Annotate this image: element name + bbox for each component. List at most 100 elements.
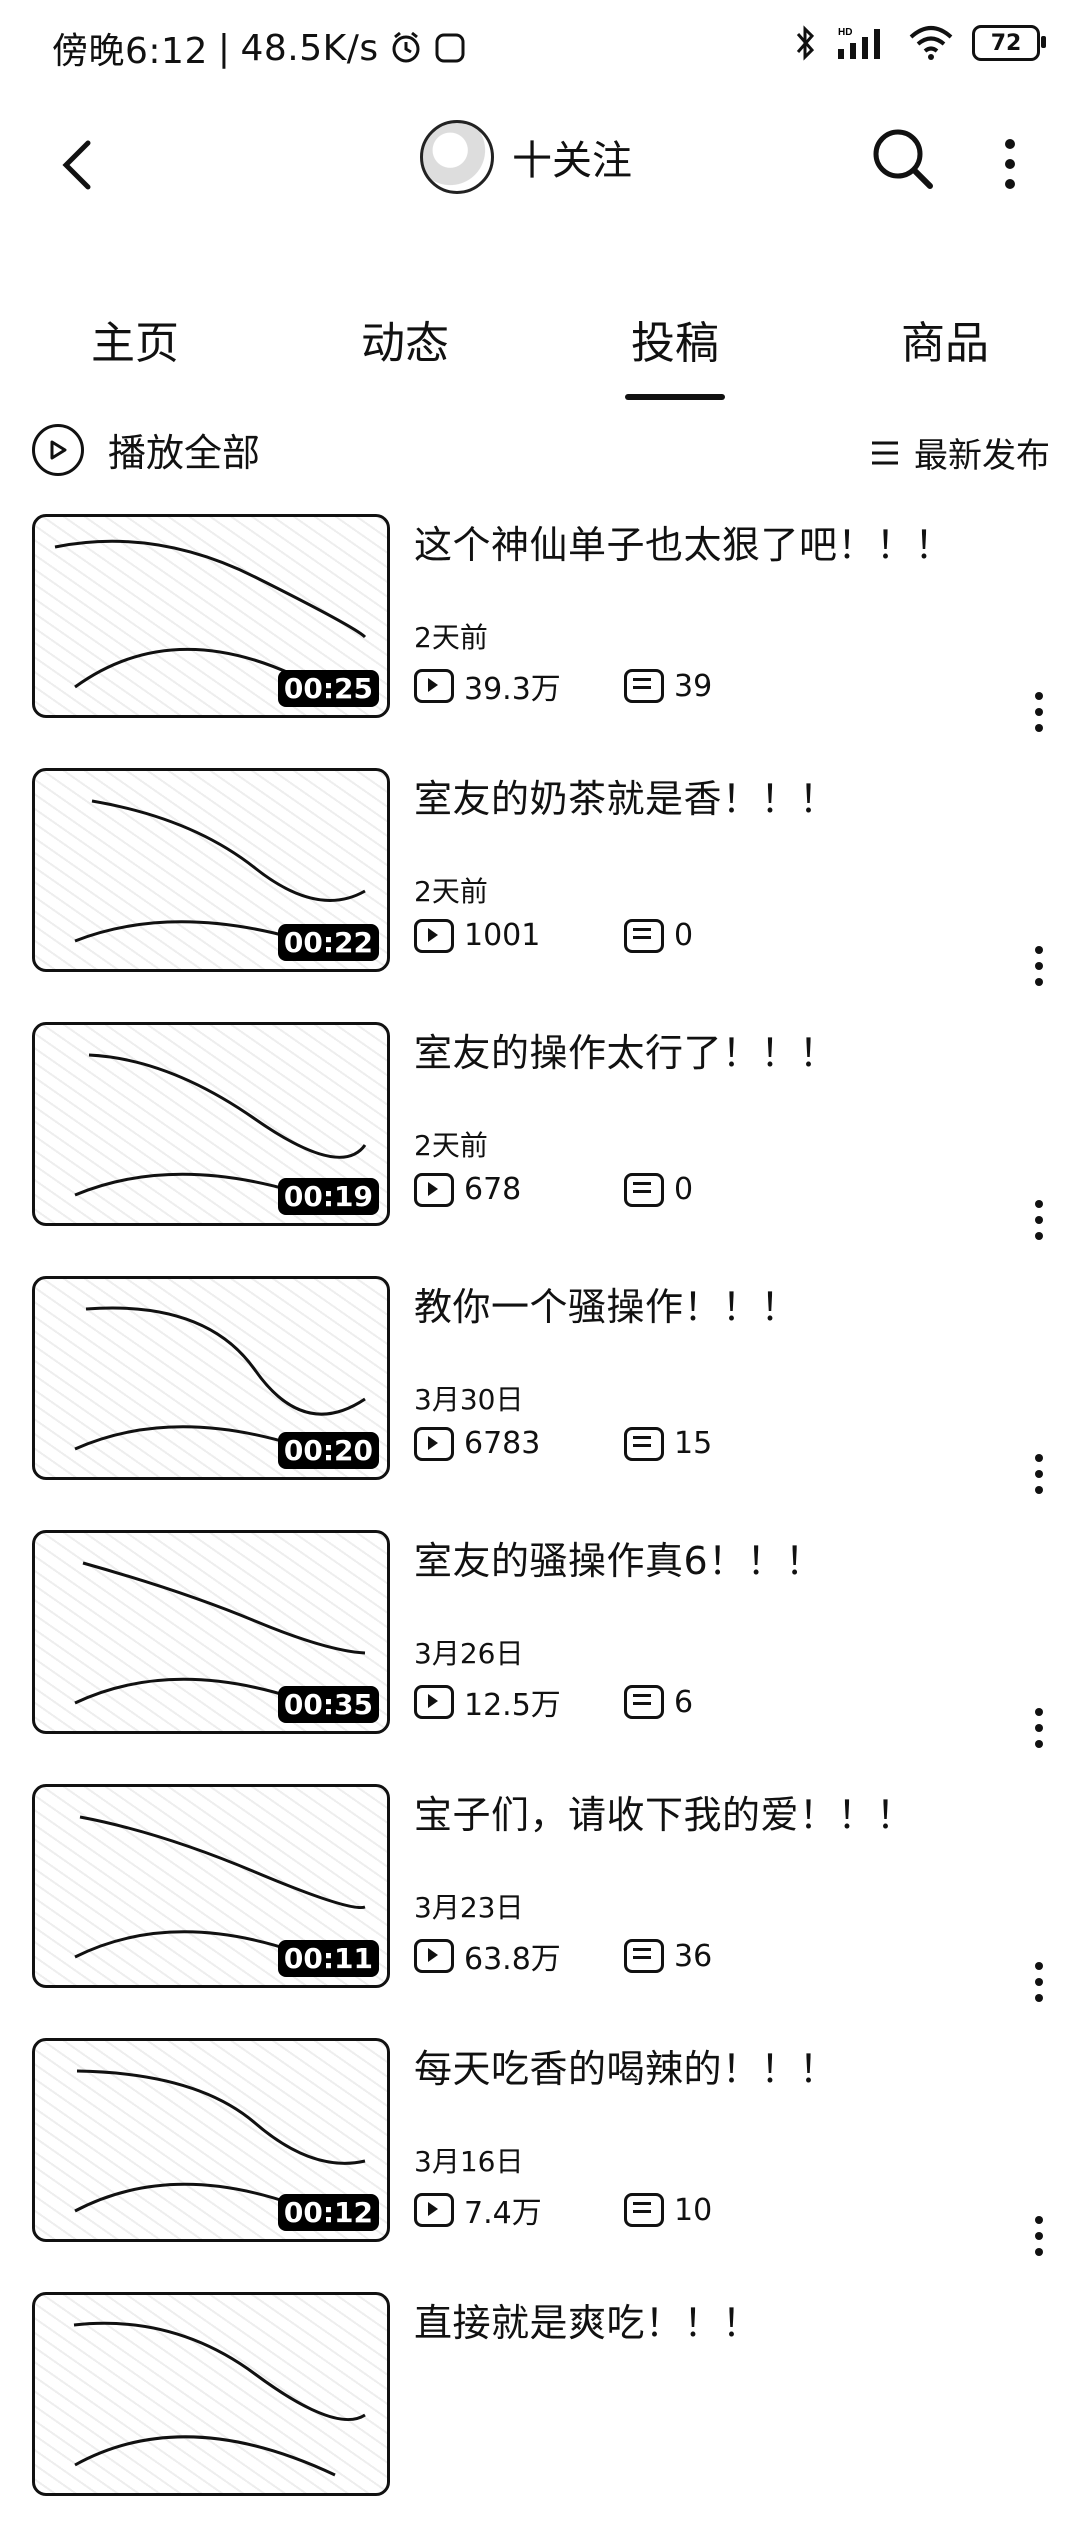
status-speed: 48.5K/s — [240, 27, 379, 69]
comment-icon — [624, 1172, 664, 1207]
play-circle-icon — [32, 423, 84, 476]
play-all-button[interactable]: 播放全部 — [32, 422, 260, 477]
video-list-item[interactable]: 直接就是爽吃！！！ — [0, 2290, 1080, 2544]
video-thumbnail[interactable]: 00:11 — [32, 1784, 390, 1988]
tab-dynamic[interactable]: 动态 — [270, 300, 540, 404]
wifi-icon — [909, 26, 953, 60]
top-navigation: 十关注 — [0, 110, 1080, 230]
view-count: 12.5万 — [414, 1680, 624, 1724]
video-more-button[interactable] — [1024, 1952, 1054, 2012]
video-duration: 00:19 — [277, 1178, 379, 1215]
tab-label: 主页 — [91, 318, 179, 369]
back-button[interactable] — [38, 120, 118, 210]
video-more-button[interactable] — [1024, 1190, 1054, 1250]
view-count: 39.3万 — [414, 664, 624, 708]
video-title[interactable]: 宝子们，请收下我的爱！！！ — [414, 1784, 915, 1839]
bluetooth-icon — [796, 25, 815, 61]
view-count-text: 39.3万 — [464, 672, 561, 707]
video-title[interactable]: 室友的骚操作真6！！！ — [414, 1530, 824, 1585]
more-dot-icon — [1005, 139, 1015, 149]
video-title[interactable]: 这个神仙单子也太狠了吧！！！ — [414, 514, 953, 569]
video-list-item[interactable]: 00:11 宝子们，请收下我的爱！！！ 3月23日 63.8万 36 — [0, 1782, 1080, 2036]
comment-icon — [624, 669, 664, 703]
more-dot-icon — [1035, 978, 1043, 986]
status-separator: | — [217, 27, 231, 69]
play-count-icon — [414, 669, 454, 703]
more-dot-icon — [1035, 1978, 1043, 1986]
video-list-item[interactable]: 00:20 教你一个骚操作！！！ 3月30日 6783 15 — [0, 1274, 1080, 1528]
video-thumbnail[interactable]: 00:12 — [32, 2038, 390, 2242]
avatar[interactable] — [420, 120, 494, 194]
video-more-button[interactable] — [1024, 936, 1054, 996]
search-icon — [873, 129, 933, 189]
video-date: 2天前 — [414, 875, 488, 908]
comment-count: 0 — [624, 1172, 693, 1207]
more-dot-icon — [1035, 946, 1043, 954]
video-list-item[interactable]: 00:22 室友的奶茶就是香！！！ 2天前 1001 0 — [0, 766, 1080, 1020]
comment-icon — [624, 2193, 664, 2227]
video-thumbnail[interactable]: 00:19 — [32, 1022, 390, 1226]
video-thumbnail[interactable]: 00:25 — [32, 514, 390, 718]
video-title[interactable]: 每天吃香的喝辣的！！！ — [414, 2038, 838, 2093]
video-date: 3月30日 — [414, 1383, 524, 1416]
video-thumbnail[interactable]: 00:20 — [32, 1276, 390, 1480]
video-thumbnail[interactable]: 00:35 — [32, 1530, 390, 1734]
tab-home[interactable]: 主页 — [0, 300, 270, 404]
play-count-icon — [414, 1172, 454, 1207]
follow-button[interactable]: 十关注 — [512, 128, 632, 186]
video-list: 00:25 这个神仙单子也太狠了吧！！！ 2天前 39.3万 39 00:22 室友的奶茶就… — [0, 512, 1080, 2544]
comment-icon — [624, 1426, 664, 1461]
view-count-text: 1001 — [464, 918, 541, 953]
video-duration: 00:35 — [277, 1686, 379, 1723]
tab-bar: 主页 动态 投稿 商品 — [0, 300, 1080, 404]
video-stats: 6783 15 — [414, 1426, 712, 1461]
video-more-button[interactable] — [1024, 2206, 1054, 2266]
notification-icon — [435, 33, 465, 63]
tab-submissions[interactable]: 投稿 — [540, 300, 810, 404]
tab-products[interactable]: 商品 — [810, 300, 1080, 404]
video-title[interactable]: 教你一个骚操作！！！ — [414, 1276, 799, 1331]
video-list-item[interactable]: 00:35 室友的骚操作真6！！！ 3月26日 12.5万 6 — [0, 1528, 1080, 1782]
video-title[interactable]: 直接就是爽吃！！！ — [414, 2292, 761, 2347]
video-date: 3月16日 — [414, 2145, 524, 2178]
alarm-icon — [392, 31, 420, 63]
tab-label: 商品 — [901, 318, 989, 369]
video-date: 2天前 — [414, 621, 488, 654]
video-title[interactable]: 室友的奶茶就是香！！！ — [414, 768, 838, 823]
video-stats: 39.3万 39 — [414, 664, 712, 708]
chevron-left-icon — [62, 140, 91, 190]
comment-count: 10 — [624, 2193, 712, 2228]
view-count-text: 6783 — [464, 1426, 541, 1461]
comment-count: 6 — [624, 1685, 693, 1720]
video-more-button[interactable] — [1024, 1698, 1054, 1758]
view-count: 6783 — [414, 1426, 624, 1461]
more-dot-icon — [1035, 1708, 1043, 1716]
comment-count: 36 — [624, 1939, 712, 1974]
play-count-icon — [414, 1426, 454, 1461]
view-count-text: 12.5万 — [464, 1688, 561, 1723]
more-dot-icon — [1035, 724, 1043, 732]
video-list-item[interactable]: 00:25 这个神仙单子也太狠了吧！！！ 2天前 39.3万 39 — [0, 512, 1080, 766]
video-more-button[interactable] — [1024, 1444, 1054, 1504]
video-title[interactable]: 室友的操作太行了！！！ — [414, 1022, 838, 1077]
comment-count-text: 0 — [674, 918, 694, 953]
video-list-item[interactable]: 00:19 室友的操作太行了！！！ 2天前 678 0 — [0, 1020, 1080, 1274]
comment-count: 0 — [624, 918, 693, 953]
sort-button[interactable]: 最新发布 — [870, 428, 1050, 477]
more-dot-icon — [1035, 962, 1043, 970]
video-list-item[interactable]: 00:12 每天吃香的喝辣的！！！ 3月16日 7.4万 10 — [0, 2036, 1080, 2290]
video-more-button[interactable] — [1024, 682, 1054, 742]
search-button[interactable] — [868, 124, 938, 194]
status-right: HD 72 — [794, 24, 1046, 62]
more-dot-icon — [1035, 1232, 1043, 1240]
more-dot-icon — [1035, 1200, 1043, 1208]
list-toolbar: 播放全部 最新发布 — [0, 412, 1080, 482]
video-thumbnail[interactable]: 00:22 — [32, 768, 390, 972]
video-thumbnail[interactable] — [32, 2292, 390, 2496]
more-options-button[interactable] — [990, 124, 1030, 204]
more-dot-icon — [1035, 1724, 1043, 1732]
menu-lines-icon — [872, 441, 898, 464]
video-duration: 00:22 — [277, 924, 379, 961]
comment-count-text: 15 — [674, 1426, 713, 1461]
play-count-icon — [414, 918, 454, 953]
